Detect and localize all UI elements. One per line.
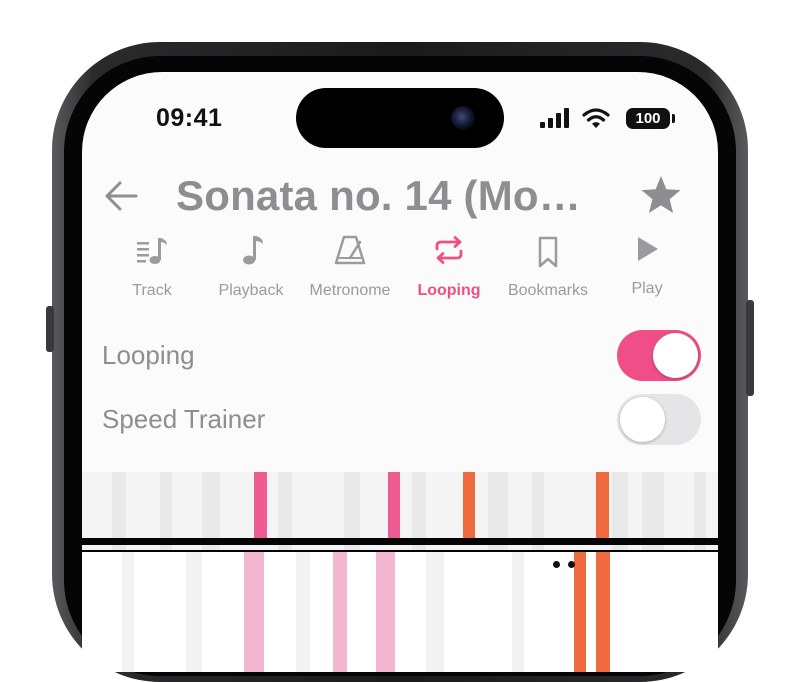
toggle-knob [620,397,665,442]
app-screen: 09:41 100 Sonata no. 14 (Mo… Track Playb… [82,72,718,672]
timeline-bar [296,550,310,672]
arrow-left-icon[interactable] [102,176,142,216]
status-bar: 09:41 100 [82,72,718,152]
wifi-icon [582,108,610,128]
music-note-icon [243,236,263,265]
timeline-bar [122,550,134,672]
loop-icon [435,236,463,264]
battery-tip [672,114,675,123]
timeline-bar [512,550,524,672]
tab-track[interactable]: Track [102,232,202,302]
timeline-track-line [82,538,718,545]
timeline-track-line-thin [82,550,718,552]
battery-icon: 100 [626,108,670,129]
dynamic-island [296,88,504,148]
loop-region-marker[interactable] [244,552,264,672]
timeline-bar [426,550,444,672]
side-button-right [746,300,754,396]
score-timeline[interactable] [82,472,718,672]
play-icon [638,237,658,261]
nav-header: Sonata no. 14 (Mo… [82,168,718,224]
tab-track-label: Track [132,282,172,299]
bookmark-region-marker[interactable] [574,552,586,672]
loop-region-marker[interactable] [333,552,347,672]
side-button-left [46,306,54,352]
playhead-dot [553,561,560,568]
tab-play-label: Play [631,280,663,297]
setting-label-looping: Looping [102,340,195,370]
speed-trainer-toggle[interactable] [617,394,701,445]
tab-bookmarks[interactable]: Bookmarks [498,232,598,302]
star-icon[interactable] [639,173,683,217]
status-icons [540,108,610,128]
front-camera [451,106,475,130]
tab-playback[interactable]: Playback [201,232,301,302]
bookmark-marker[interactable] [596,472,609,540]
tab-looping-label: Looping [417,282,481,299]
page-title: Sonata no. 14 (Mo… [176,172,581,219]
bookmark-icon [538,236,558,268]
tab-playback-label: Playback [218,282,284,299]
tab-metronome-label: Metronome [309,282,391,299]
setting-row-speed-trainer: Speed Trainer [82,392,718,452]
bookmark-marker[interactable] [463,472,475,540]
tab-looping[interactable]: Looping [399,232,499,302]
tab-play[interactable]: Play [597,232,697,302]
setting-label-speed-trainer: Speed Trainer [102,404,266,434]
signal-icon [540,108,569,128]
track-icon [137,238,167,264]
setting-row-looping: Looping [82,328,718,388]
tab-metronome[interactable]: Metronome [300,232,400,302]
status-time: 09:41 [156,104,223,132]
timeline-bar [186,550,202,672]
metronome-icon [334,235,366,265]
loop-marker[interactable] [388,472,400,540]
tab-bar: Track Playback Metronome Looping Bookmar… [82,232,718,302]
bookmark-region-marker[interactable] [596,552,610,672]
toggle-knob [653,333,698,378]
loop-region-marker[interactable] [376,552,395,672]
loop-marker[interactable] [254,472,267,540]
timeline-lower-area [82,550,718,672]
looping-toggle[interactable] [617,330,701,381]
playhead-dot [568,561,575,568]
tab-bookmarks-label: Bookmarks [507,282,589,299]
